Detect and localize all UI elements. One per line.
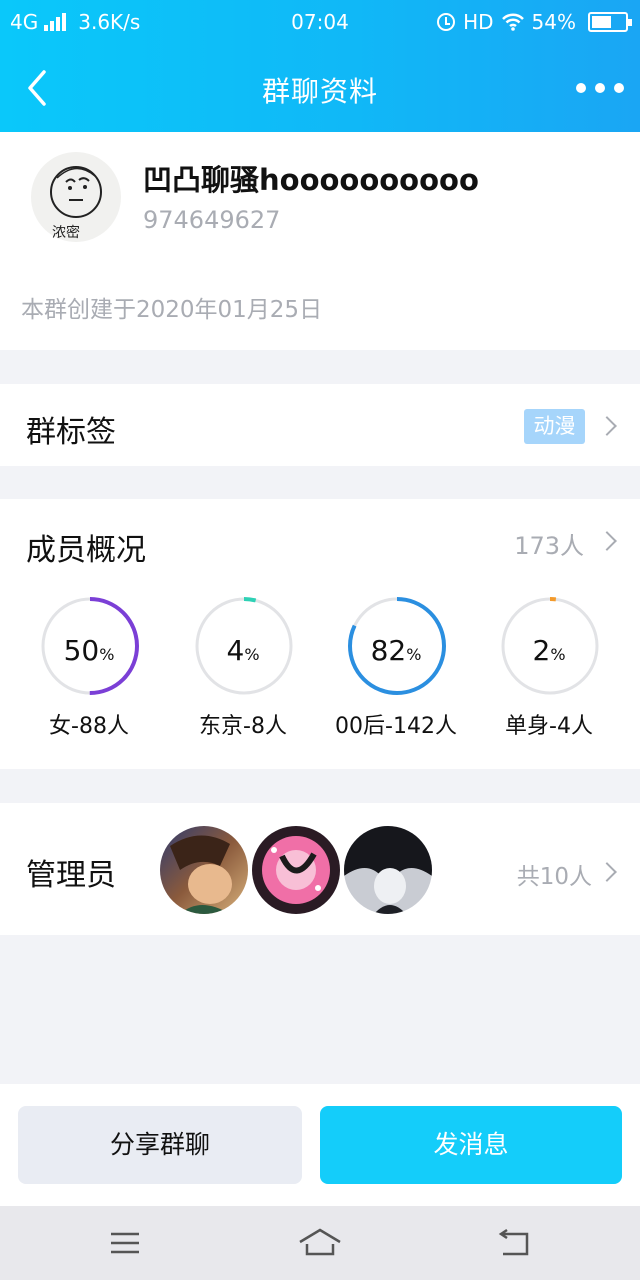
stat-percent: 50% xyxy=(14,634,164,667)
admin-count: 共10人 xyxy=(516,864,592,890)
stat-unit: % xyxy=(550,645,566,664)
stat-label: 女-88人 xyxy=(49,714,129,739)
stat-unit: % xyxy=(406,645,422,664)
created-date: 本群创建于2020年01月25日 xyxy=(21,297,323,323)
tag-chip: 动漫 xyxy=(524,409,585,444)
stat-percent: 4% xyxy=(168,634,318,667)
stat-value: 82 xyxy=(370,634,407,667)
stat-unit: % xyxy=(99,645,115,664)
hd-indicator: HD xyxy=(463,10,494,34)
stat-unit: % xyxy=(244,645,260,664)
menu-icon[interactable] xyxy=(103,1228,147,1258)
stat-value: 50 xyxy=(63,634,100,667)
stat-percent: 2% xyxy=(474,634,624,667)
group-name: 凹凸聊骚hoooooooooo xyxy=(143,163,479,197)
status-bar: 4G 3.6K/s 07:04 HD 54% xyxy=(0,0,640,44)
page-title: 群聊资料 xyxy=(261,75,378,108)
stat-label: 单身-4人 xyxy=(505,714,593,739)
app-header: 4G 3.6K/s 07:04 HD 54% 群聊资料 xyxy=(0,0,640,132)
wifi-icon xyxy=(501,13,524,31)
stat-label: 东京-8人 xyxy=(199,714,287,739)
battery-icon xyxy=(588,12,632,32)
admins-title: 管理员 xyxy=(26,858,116,893)
battery-level: 54% xyxy=(531,10,576,34)
admin-avatar[interactable] xyxy=(160,826,248,914)
home-icon[interactable] xyxy=(298,1228,342,1258)
send-message-button[interactable]: 发消息 xyxy=(320,1106,622,1184)
admin-avatar[interactable] xyxy=(252,826,340,914)
stat-percent: 82% xyxy=(321,634,471,667)
nav-bar: 群聊资料 xyxy=(0,44,640,132)
stat-value: 4 xyxy=(226,634,245,667)
admin-avatar[interactable] xyxy=(344,826,432,914)
alarm-icon xyxy=(437,13,456,31)
share-group-button[interactable]: 分享群聊 xyxy=(18,1106,302,1184)
tags-title: 群标签 xyxy=(26,415,116,450)
member-count: 173人 xyxy=(514,532,584,560)
group-id: 974649627 xyxy=(143,206,281,234)
system-nav-bar xyxy=(0,1206,640,1280)
back-nav-icon[interactable] xyxy=(493,1228,537,1258)
stat-label: 00后-142人 xyxy=(335,714,457,739)
avatar-caption: 浓密 xyxy=(52,225,80,241)
stat-value: 2 xyxy=(532,634,551,667)
members-title: 成员概况 xyxy=(26,533,146,568)
more-options-icon[interactable] xyxy=(576,74,624,102)
